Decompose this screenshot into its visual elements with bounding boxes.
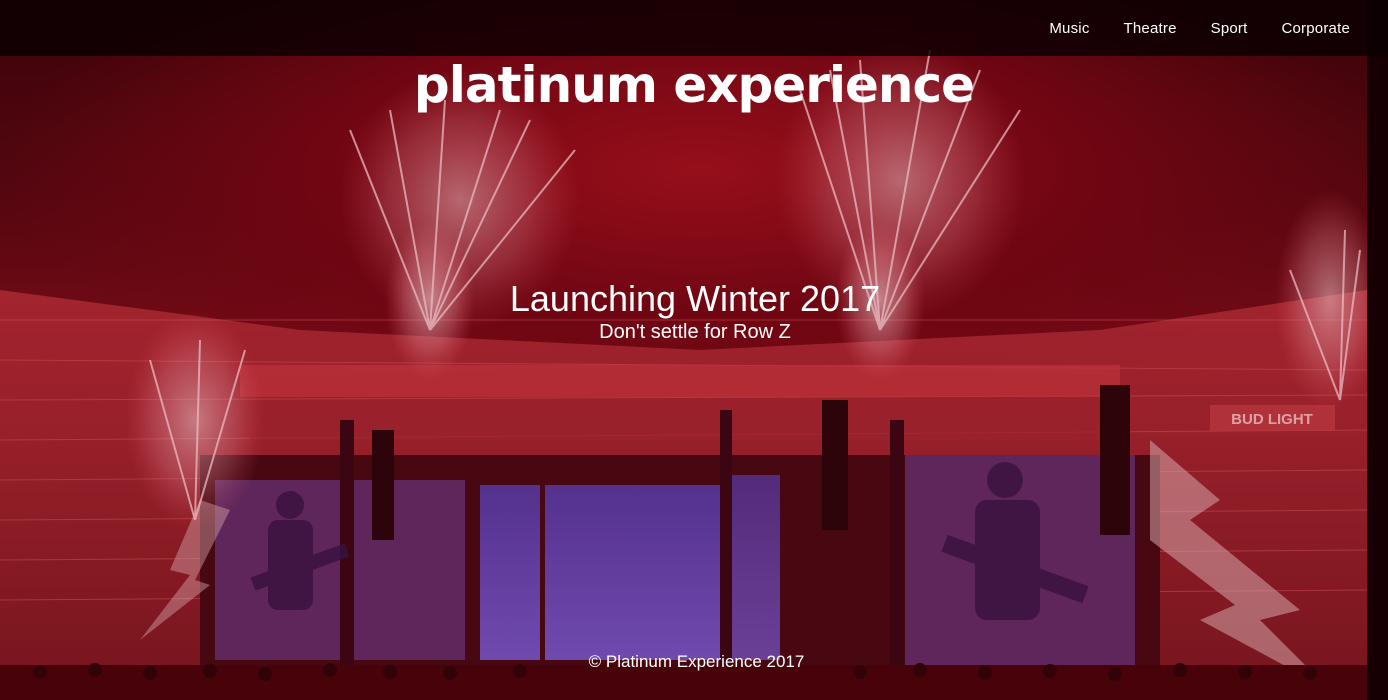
nav-link-theatre[interactable]: Theatre xyxy=(1124,20,1177,37)
nav-menu: Music Theatre Sport Corporate xyxy=(1049,0,1350,56)
top-navbar: Music Theatre Sport Corporate xyxy=(0,0,1388,56)
launch-headline: Launching Winter 2017 xyxy=(509,278,881,319)
footer-copyright: © Platinum Experience 2017 xyxy=(588,652,805,671)
launch-subheadline: Don't settle for Row Z xyxy=(599,321,791,343)
nav-link-music[interactable]: Music xyxy=(1049,20,1089,37)
brand-logo-title: platinum experience xyxy=(413,56,975,114)
nav-link-corporate[interactable]: Corporate xyxy=(1281,20,1350,37)
nav-link-sport[interactable]: Sport xyxy=(1211,20,1248,37)
